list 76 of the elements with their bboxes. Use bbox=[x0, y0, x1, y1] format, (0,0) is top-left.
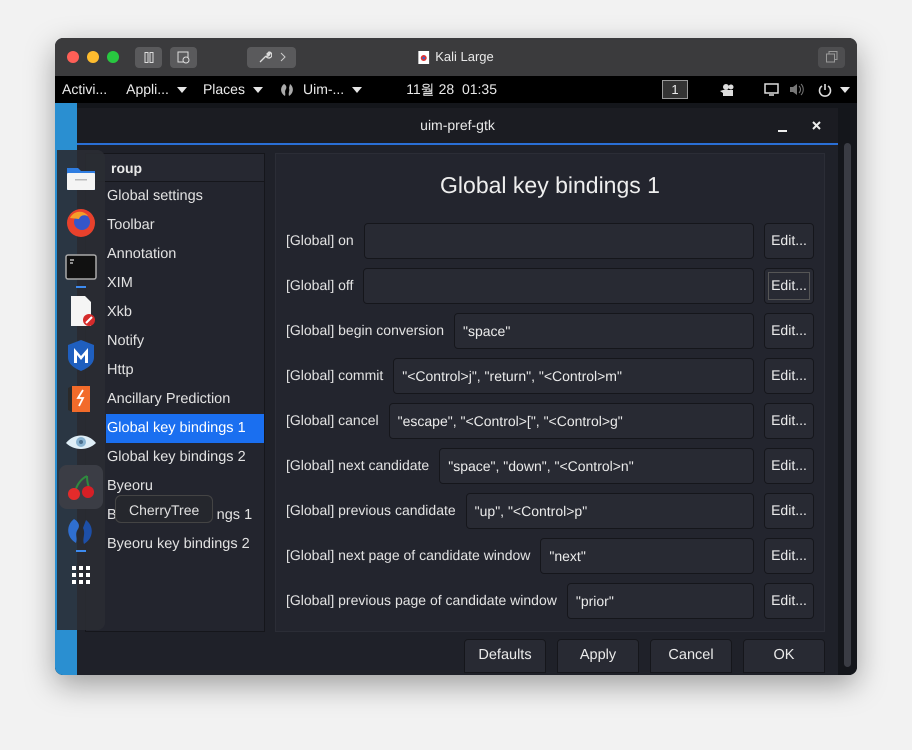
tooltip: CherryTree bbox=[115, 495, 214, 523]
binding-field[interactable]: "next" bbox=[540, 538, 754, 574]
group-item[interactable]: Ancillary Prediction bbox=[106, 385, 264, 414]
edit-button[interactable]: Edit... bbox=[764, 448, 814, 484]
panel-title: Global key bindings 1 bbox=[439, 171, 661, 200]
binding-label: [Global] next page of candidate window bbox=[286, 546, 530, 565]
panel-menu[interactable]: Uim-... bbox=[278, 79, 362, 100]
group-item[interactable]: Annotation bbox=[106, 240, 264, 269]
binding-field[interactable]: "space", "down", "<Control>n" bbox=[439, 448, 754, 484]
binding-label: [Global] next candidate bbox=[286, 456, 430, 475]
binding-label: [Global] begin conversion bbox=[286, 321, 444, 340]
settings-button[interactable] bbox=[247, 46, 296, 68]
caret-icon bbox=[840, 86, 850, 92]
edit-button[interactable]: Edit... bbox=[764, 582, 814, 618]
camera-icon[interactable] bbox=[720, 82, 736, 96]
snapshot-button[interactable] bbox=[170, 46, 197, 68]
wrench-icon bbox=[258, 50, 272, 64]
dialog-title: uim-pref-gtk bbox=[420, 116, 495, 135]
caret-icon bbox=[176, 86, 187, 92]
group-item[interactable]: XIM bbox=[106, 269, 264, 298]
windows-icon bbox=[826, 51, 838, 63]
binding-field[interactable] bbox=[364, 222, 754, 258]
edit-button[interactable]: Edit... bbox=[764, 492, 814, 528]
binding-field[interactable] bbox=[363, 268, 754, 304]
dialog-button[interactable]: OK bbox=[743, 639, 825, 673]
edit-button[interactable]: Edit... bbox=[764, 312, 814, 348]
window-title: Kali Large bbox=[435, 48, 494, 66]
app-icon bbox=[278, 82, 295, 98]
display-icon[interactable] bbox=[764, 83, 779, 96]
group-item[interactable]: Http bbox=[106, 356, 264, 385]
binding-field[interactable]: "escape", "<Control>[", "<Control>g" bbox=[388, 402, 754, 438]
panel-menu[interactable]: Places bbox=[202, 79, 263, 100]
edit-button[interactable]: Edit... bbox=[764, 222, 814, 258]
binding-field[interactable]: "<Control>j", "return", "<Control>m" bbox=[393, 358, 754, 394]
window-mode-button[interactable] bbox=[818, 46, 845, 68]
group-item[interactable]: Byeoru key bindings 2 bbox=[106, 530, 264, 559]
close-icon[interactable] bbox=[812, 121, 821, 130]
binding-field[interactable]: "up", "<Control>p" bbox=[466, 492, 754, 528]
group-item[interactable]: Global key bindings 2 bbox=[106, 443, 264, 472]
document-icon bbox=[418, 50, 430, 64]
pause-icon bbox=[144, 52, 154, 62]
caret-icon bbox=[352, 86, 362, 92]
binding-label: [Global] off bbox=[286, 276, 354, 295]
workspace-indicator[interactable]: 1 bbox=[662, 80, 688, 99]
volume-icon[interactable] bbox=[789, 83, 804, 96]
edit-button[interactable]: Edit... bbox=[764, 538, 814, 574]
edit-button[interactable]: Edit... bbox=[764, 268, 814, 304]
group-item[interactable]: Xkb bbox=[106, 298, 264, 327]
clock[interactable]: 11월 28 01:35 bbox=[406, 79, 497, 100]
edit-button[interactable]: Edit... bbox=[764, 402, 814, 438]
dialog-button[interactable]: Apply bbox=[557, 639, 639, 673]
binding-label: [Global] on bbox=[286, 231, 354, 250]
group-item[interactable]: Notify bbox=[106, 327, 264, 356]
dialog-button[interactable]: Cancel bbox=[650, 639, 732, 673]
binding-label: [Global] commit bbox=[286, 366, 384, 385]
binding-field[interactable]: "space" bbox=[454, 312, 754, 348]
panel-menu[interactable]: Appli... bbox=[126, 79, 187, 100]
zoom-icon[interactable] bbox=[107, 51, 119, 63]
minimize-icon[interactable] bbox=[87, 51, 99, 63]
group-item[interactable]: Global key bindings 1 bbox=[106, 414, 264, 443]
dialog-button[interactable]: Defaults bbox=[464, 639, 546, 673]
group-item[interactable]: ngs 1 bbox=[216, 501, 252, 530]
binding-label: [Global] previous page of candidate window bbox=[286, 591, 557, 610]
activities-button[interactable]: Activi... bbox=[62, 79, 108, 100]
chevron-right-icon bbox=[280, 52, 286, 62]
pause-button[interactable] bbox=[135, 46, 162, 68]
binding-field[interactable]: "prior" bbox=[566, 582, 754, 618]
group-item[interactable]: Global settings bbox=[106, 182, 264, 211]
scrollbar[interactable] bbox=[844, 143, 851, 667]
binding-label: [Global] previous candidate bbox=[286, 501, 456, 520]
power-icon[interactable] bbox=[818, 82, 832, 96]
edit-button[interactable]: Edit... bbox=[764, 358, 814, 394]
snapshot-icon bbox=[177, 50, 190, 64]
caret-icon bbox=[252, 86, 263, 92]
group-item[interactable]: Toolbar bbox=[106, 211, 264, 240]
binding-label: [Global] cancel bbox=[286, 411, 379, 430]
